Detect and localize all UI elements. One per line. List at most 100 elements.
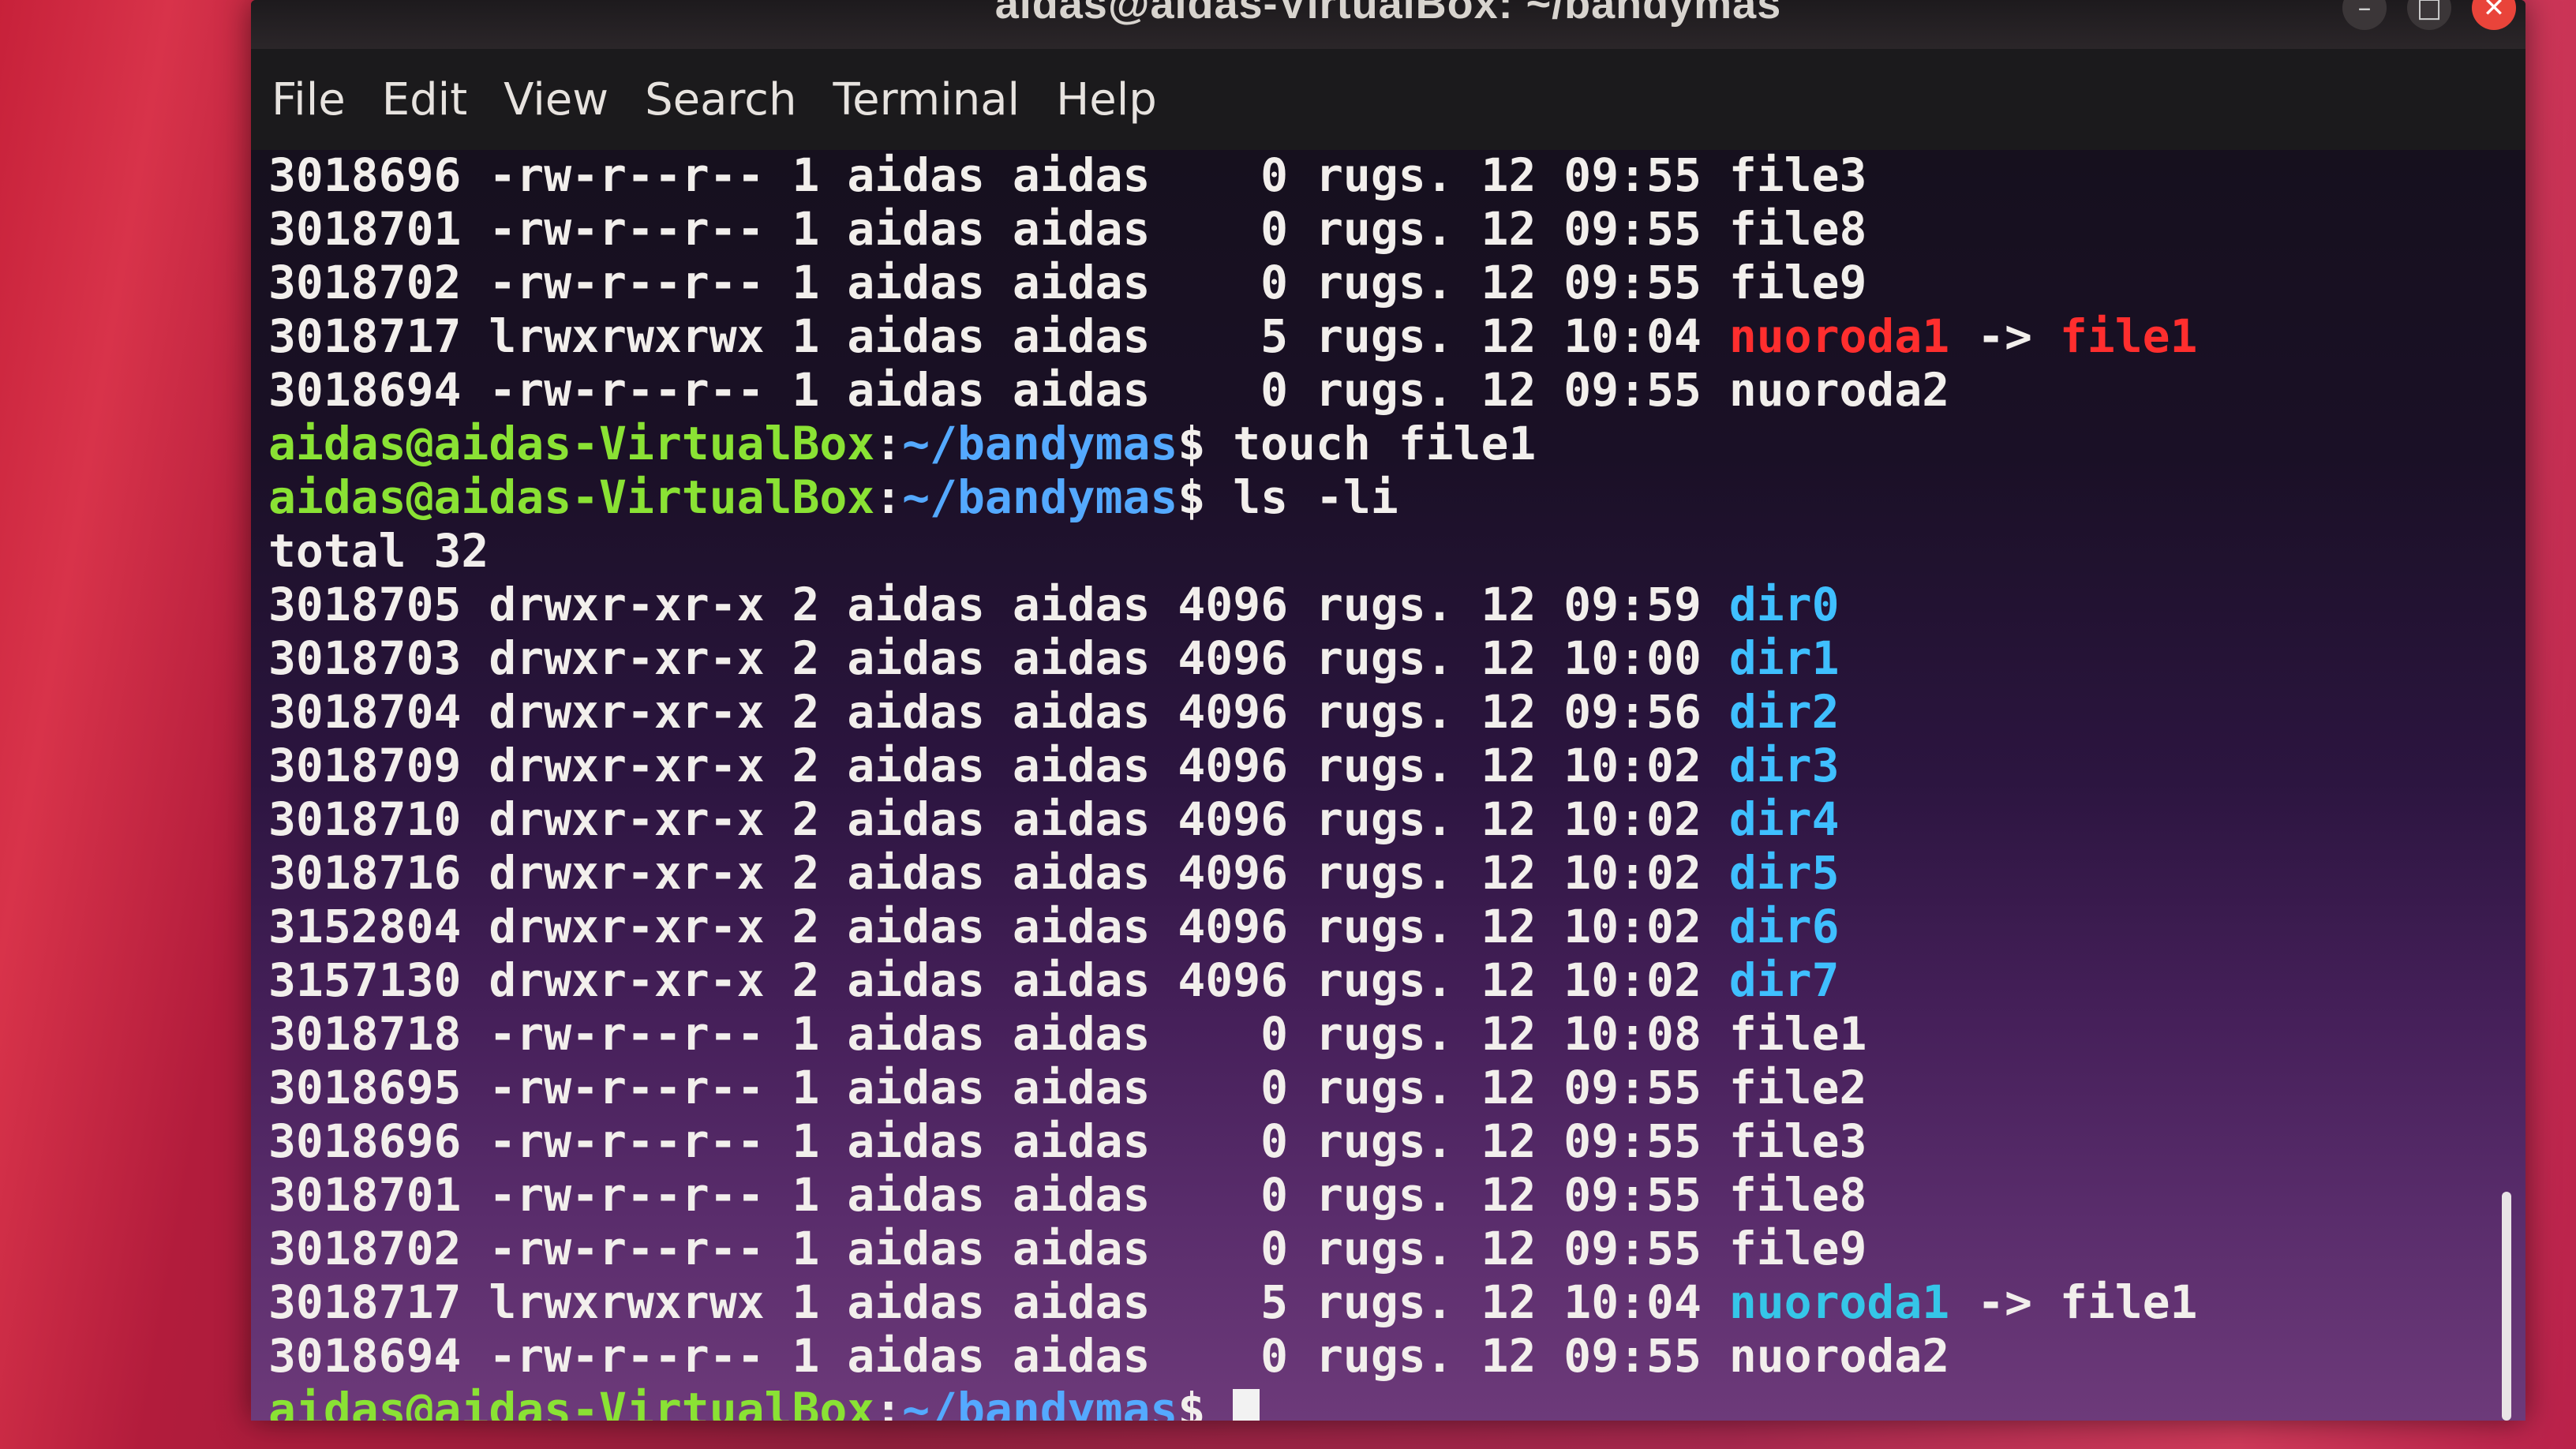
day: 12 — [1481, 1114, 1537, 1168]
owner: aidas — [847, 1007, 985, 1061]
month: rugs. — [1316, 900, 1454, 953]
owner: aidas — [847, 148, 985, 202]
day: 12 — [1481, 953, 1537, 1007]
link-count: 2 — [792, 792, 820, 846]
group: aidas — [1012, 685, 1151, 739]
prompt-separator: : — [874, 1383, 903, 1421]
group: aidas — [1012, 309, 1151, 363]
listing-row: 3018716 drwxr-xr-x 2 aidas aidas 4096 ru… — [268, 846, 2478, 900]
total-line: total 32 — [268, 524, 489, 578]
window-controls: – □ ✕ — [2342, 0, 2516, 30]
file-size: 4096 — [1178, 900, 1289, 953]
permissions: drwxr-xr-x — [489, 953, 765, 1007]
maximize-icon[interactable]: □ — [2407, 0, 2451, 30]
inode: 3157130 — [268, 953, 462, 1007]
prompt-path: ~/bandymas — [902, 470, 1178, 524]
listing-row: 3018717 lrwxrwxrwx 1 aidas aidas 5 rugs.… — [268, 1275, 2478, 1329]
file-name: dir0 — [1728, 578, 1840, 631]
day: 12 — [1481, 578, 1537, 631]
close-icon[interactable]: ✕ — [2472, 0, 2516, 30]
month: rugs. — [1316, 953, 1454, 1007]
menu-terminal[interactable]: Terminal — [833, 74, 1020, 125]
prompt-line: aidas@aidas-VirtualBox:~/bandymas$ — [268, 1383, 2478, 1421]
menu-bar: File Edit View Search Terminal Help — [251, 49, 2525, 150]
inode: 3018701 — [268, 202, 462, 256]
permissions: drwxr-xr-x — [489, 900, 765, 953]
time: 09:55 — [1563, 1061, 1702, 1114]
day: 12 — [1481, 792, 1537, 846]
day: 12 — [1481, 202, 1537, 256]
menu-search[interactable]: Search — [645, 74, 796, 125]
scrollbar[interactable] — [2502, 1192, 2511, 1421]
inode: 3018702 — [268, 256, 462, 309]
permissions: -rw-r--r-- — [489, 256, 765, 309]
permissions: drwxr-xr-x — [489, 792, 765, 846]
file-name: dir6 — [1728, 900, 1840, 953]
group: aidas — [1012, 846, 1151, 900]
file-size: 4096 — [1178, 685, 1289, 739]
menu-view[interactable]: View — [504, 74, 608, 125]
inode: 3018696 — [268, 148, 462, 202]
link-arrow: -> — [1977, 309, 2032, 363]
menu-file[interactable]: File — [271, 74, 346, 125]
listing-row: 3018717 lrwxrwxrwx 1 aidas aidas 5 rugs.… — [268, 309, 2478, 363]
permissions: -rw-r--r-- — [489, 202, 765, 256]
group: aidas — [1012, 1061, 1151, 1114]
text-cursor — [1233, 1388, 1260, 1421]
owner: aidas — [847, 1114, 985, 1168]
inode: 3018703 — [268, 631, 462, 685]
prompt-dollar: $ — [1178, 417, 1206, 470]
permissions: drwxr-xr-x — [489, 631, 765, 685]
menu-help[interactable]: Help — [1056, 74, 1157, 125]
listing-row: 3018703 drwxr-xr-x 2 aidas aidas 4096 ru… — [268, 631, 2478, 685]
file-name: nuoroda2 — [1728, 1329, 1950, 1383]
listing-row: 3018701 -rw-r--r-- 1 aidas aidas 0 rugs.… — [268, 202, 2478, 256]
listing-row: 3018704 drwxr-xr-x 2 aidas aidas 4096 ru… — [268, 685, 2478, 739]
month: rugs. — [1316, 148, 1454, 202]
day: 12 — [1481, 846, 1537, 900]
file-name: dir7 — [1728, 953, 1840, 1007]
time: 09:55 — [1563, 148, 1702, 202]
inode: 3018694 — [268, 1329, 462, 1383]
terminal-output[interactable]: 3018696 -rw-r--r-- 1 aidas aidas 0 rugs.… — [268, 148, 2478, 1421]
day: 12 — [1481, 1061, 1537, 1114]
inode: 3018718 — [268, 1007, 462, 1061]
group: aidas — [1012, 1007, 1151, 1061]
inode: 3018694 — [268, 363, 462, 417]
owner: aidas — [847, 953, 985, 1007]
prompt-user-host: aidas@aidas-VirtualBox — [268, 1383, 875, 1421]
time: 10:02 — [1563, 900, 1702, 953]
owner: aidas — [847, 1329, 985, 1383]
file-size: 4096 — [1178, 631, 1289, 685]
owner: aidas — [847, 846, 985, 900]
title-bar[interactable]: aidas@aidas-VirtualBox: ~/bandymas – □ ✕ — [251, 0, 2525, 49]
file-name: dir1 — [1728, 631, 1840, 685]
file-size: 0 — [1178, 256, 1289, 309]
file-size: 4096 — [1178, 739, 1289, 792]
link-count: 1 — [792, 1168, 820, 1222]
link-count: 2 — [792, 953, 820, 1007]
permissions: drwxr-xr-x — [489, 685, 765, 739]
inode: 3018705 — [268, 578, 462, 631]
group: aidas — [1012, 1329, 1151, 1383]
group: aidas — [1012, 953, 1151, 1007]
file-size: 5 — [1178, 309, 1289, 363]
file-size: 0 — [1178, 1222, 1289, 1275]
month: rugs. — [1316, 1222, 1454, 1275]
time: 10:02 — [1563, 953, 1702, 1007]
inode: 3018701 — [268, 1168, 462, 1222]
time: 09:55 — [1563, 256, 1702, 309]
link-count: 2 — [792, 846, 820, 900]
minimize-icon[interactable]: – — [2342, 0, 2387, 30]
prompt-dollar: $ — [1178, 470, 1206, 524]
group: aidas — [1012, 1114, 1151, 1168]
month: rugs. — [1316, 1275, 1454, 1329]
window-title: aidas@aidas-VirtualBox: ~/bandymas — [994, 0, 1782, 28]
inode: 3018716 — [268, 846, 462, 900]
day: 12 — [1481, 1222, 1537, 1275]
group: aidas — [1012, 148, 1151, 202]
menu-edit[interactable]: Edit — [382, 74, 467, 125]
time: 10:00 — [1563, 631, 1702, 685]
owner: aidas — [847, 363, 985, 417]
owner: aidas — [847, 309, 985, 363]
